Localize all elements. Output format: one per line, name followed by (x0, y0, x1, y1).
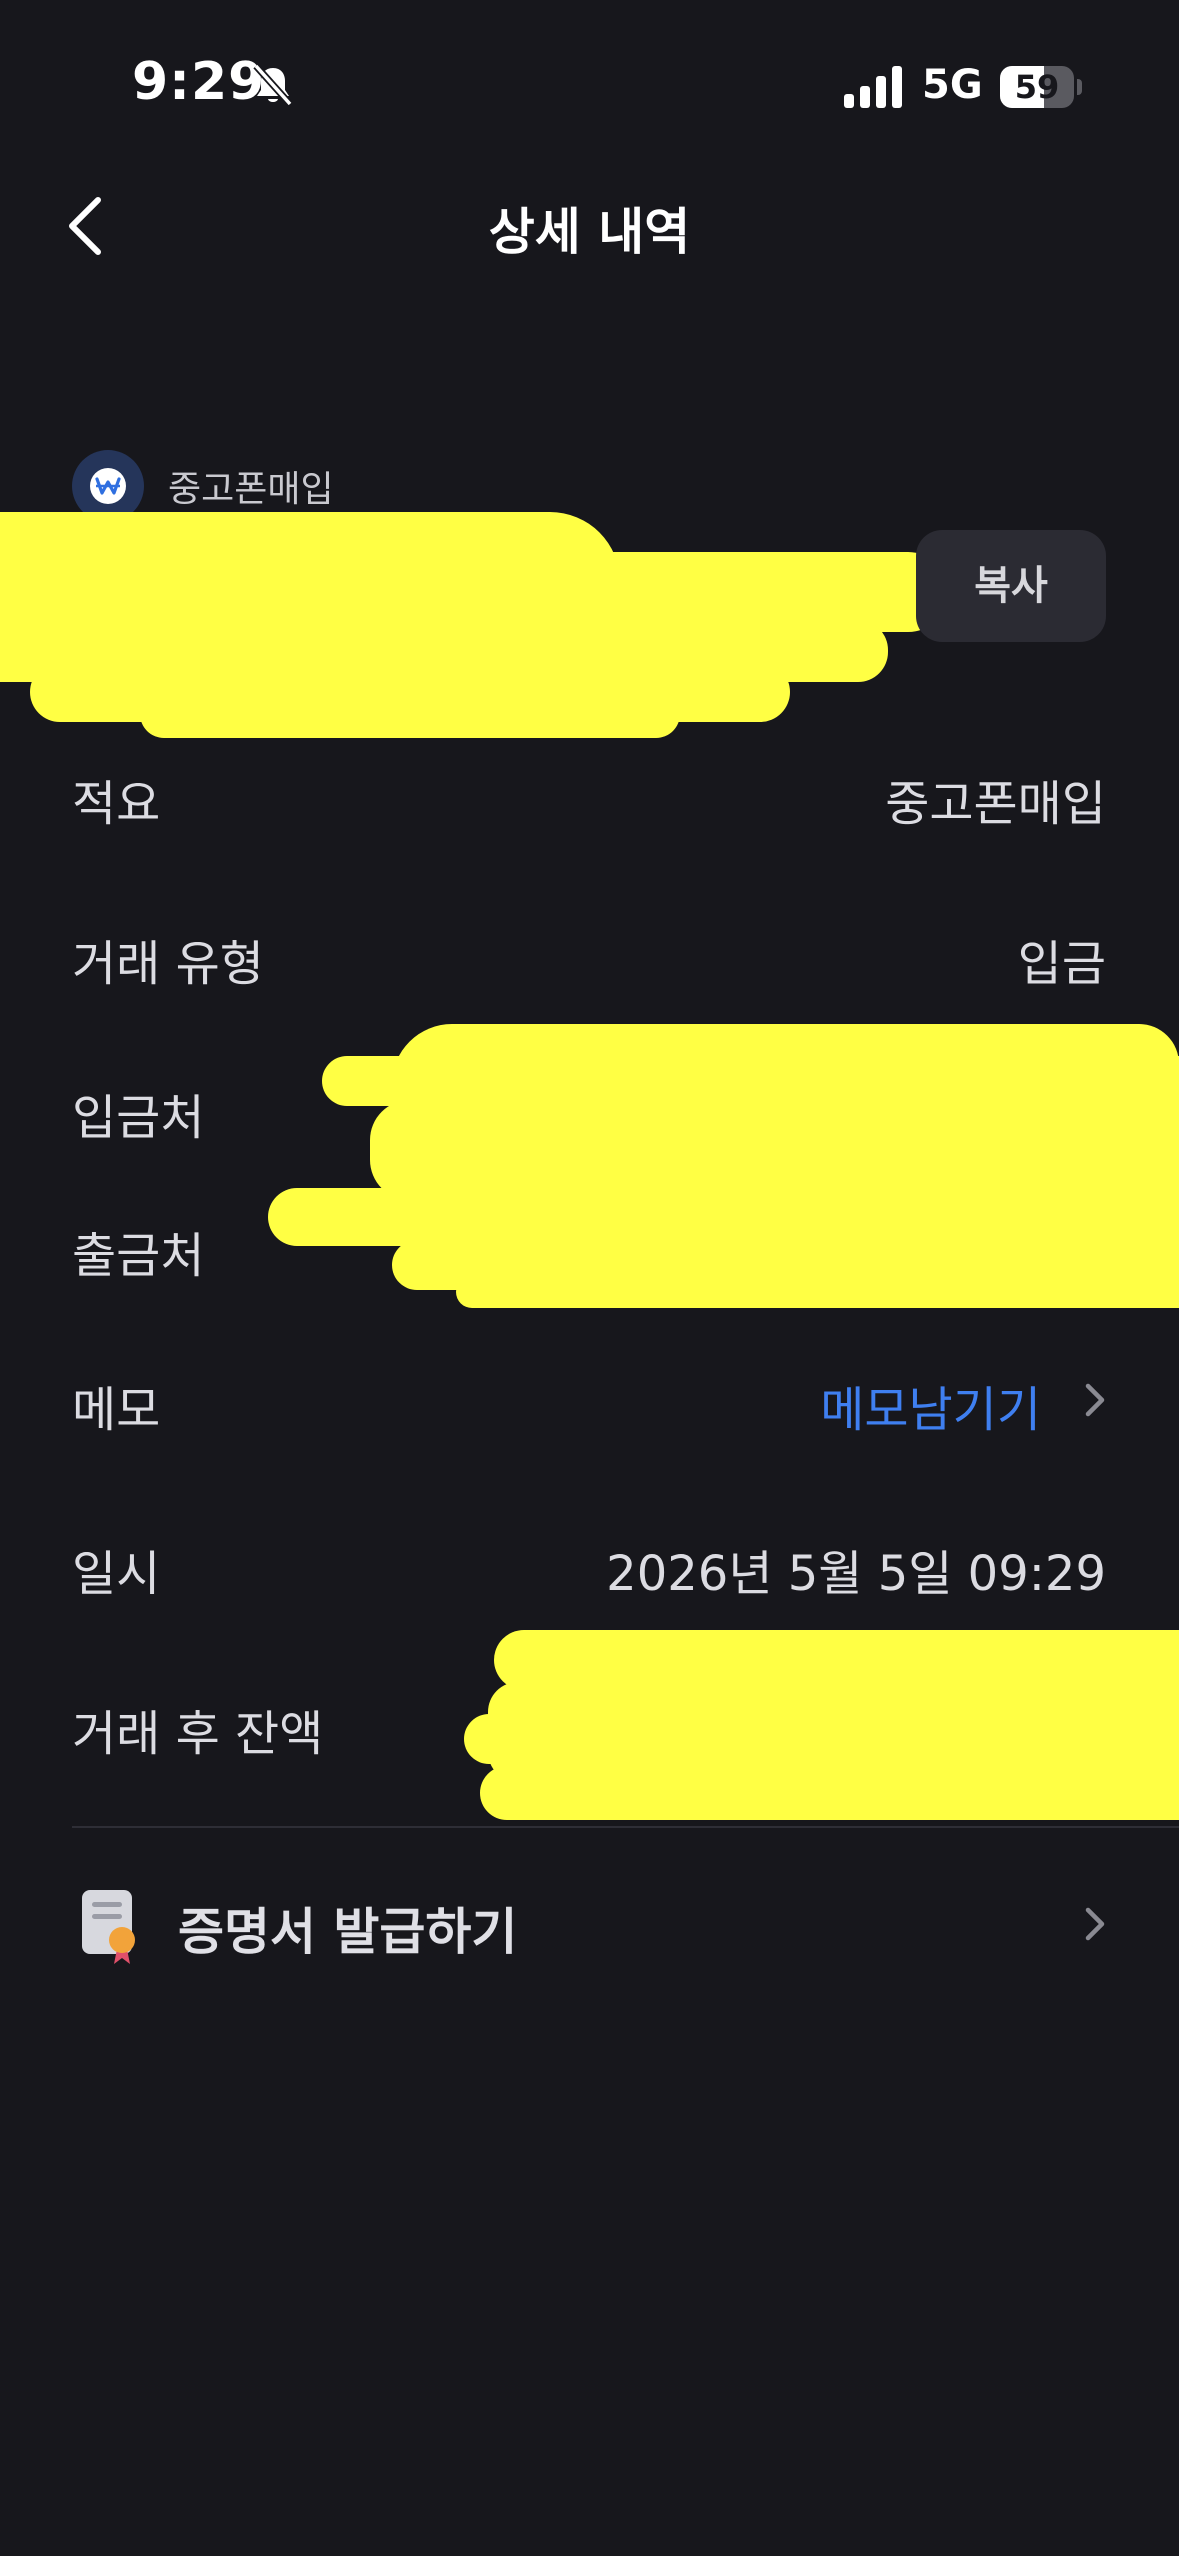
redaction-mark (456, 1276, 1179, 1308)
withdraw-from-label: 출금처 (72, 1228, 205, 1284)
section-divider (72, 1826, 1179, 1828)
deposit-to-label: 입금처 (72, 1090, 205, 1146)
copy-button[interactable]: 복사 (916, 530, 1106, 642)
battery-icon: 59 (1000, 66, 1082, 108)
won-icon (95, 477, 121, 495)
memo-label: 메모 (72, 1382, 161, 1438)
datetime-label: 일시 (72, 1546, 161, 1602)
battery-level-text: 59 (1014, 68, 1060, 106)
bell-slash-icon (253, 63, 293, 107)
chevron-right-icon[interactable] (1082, 1904, 1108, 1944)
signal-strength-icon (844, 66, 902, 108)
leave-memo-link[interactable]: 메모남기기 (820, 1370, 1041, 1440)
transaction-type-label: 거래 유형 (72, 936, 264, 992)
issue-certificate-button[interactable]: 증명서 발급하기 (178, 1892, 517, 1964)
redaction-mark (140, 690, 680, 738)
account-caption: 중고폰매입 (168, 469, 334, 510)
certificate-document-icon (82, 1890, 135, 1964)
redaction-mark (392, 1024, 1179, 1104)
datetime-value: 2026년 5월 5일 09:29 (606, 1546, 1106, 1602)
balance-after-label: 거래 후 잔액 (72, 1706, 324, 1762)
transaction-type-value: 입금 (1017, 936, 1106, 992)
redaction-mark (480, 1766, 1179, 1820)
redaction-mark (370, 1100, 1179, 1200)
chevron-right-icon[interactable] (1082, 1380, 1108, 1420)
redaction-mark (494, 1630, 1179, 1690)
status-time: 9:29 (132, 52, 266, 112)
memo-summary-label: 적요 (72, 776, 161, 832)
redaction-mark (268, 1188, 1179, 1246)
network-type: 5G (922, 62, 983, 108)
redaction-mark (464, 1714, 1179, 1764)
memo-summary-value: 중고폰매입 (885, 776, 1106, 832)
page-title: 상세 내역 (488, 203, 691, 261)
